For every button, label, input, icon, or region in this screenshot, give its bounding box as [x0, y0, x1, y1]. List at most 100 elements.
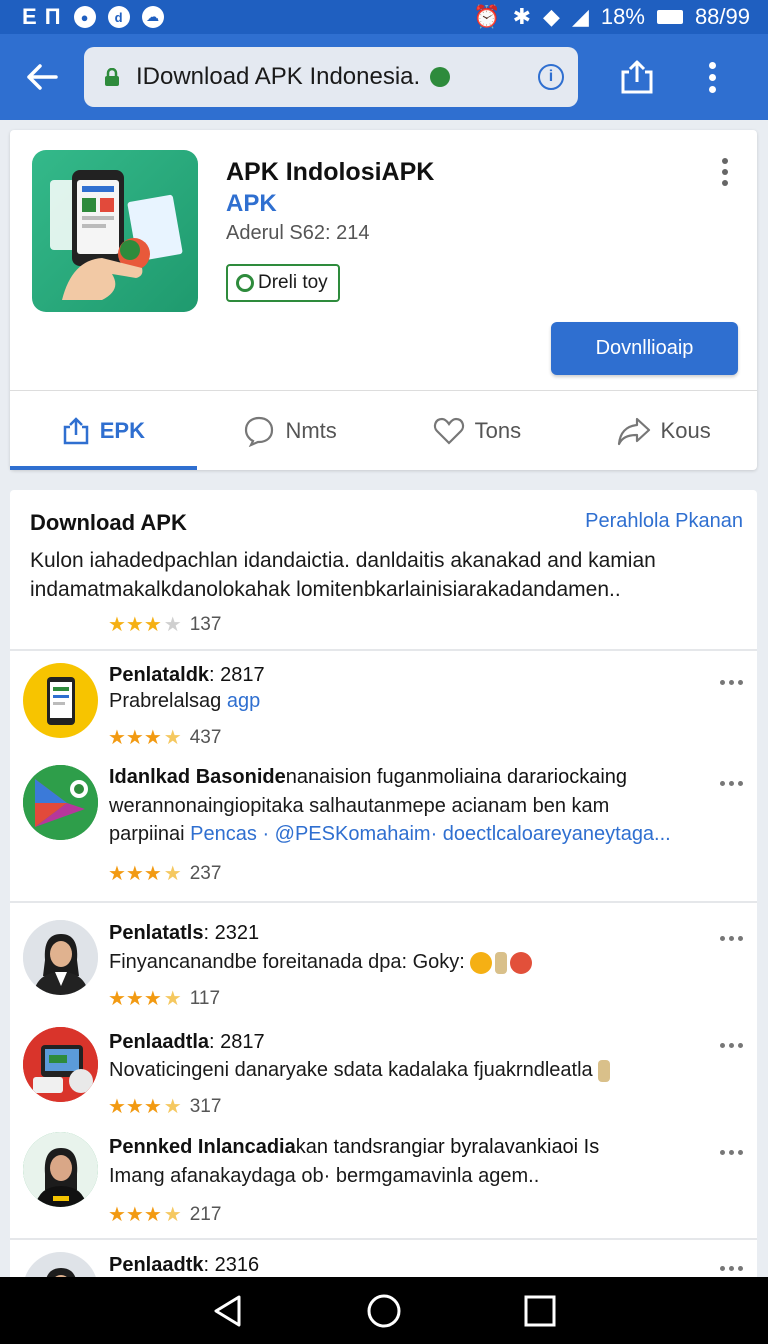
more-options-button[interactable] [720, 936, 743, 941]
more-options-button[interactable] [720, 1043, 743, 1048]
share-icon [63, 416, 88, 444]
secure-indicator-icon [430, 67, 451, 87]
wifi-icon: ◆ [543, 4, 560, 29]
item-title: Penlaadtla: 2817 [109, 1031, 265, 1053]
item-link[interactable]: · @PESKomahaim· doectlcaloareyaneytaga..… [257, 823, 670, 845]
avatar[interactable] [23, 663, 98, 738]
rating-count: 437 [189, 726, 222, 748]
avatar[interactable] [23, 1027, 98, 1102]
item-text: Novaticingeni danaryake sdata kadalaka f… [109, 1056, 729, 1084]
battery-icon [656, 10, 683, 24]
item-rating: ★★★ ★ 437 [108, 725, 221, 750]
divider [10, 1238, 757, 1240]
section-link[interactable]: Perahlola Pkanan [585, 510, 743, 533]
info-icon[interactable]: i [538, 64, 564, 90]
download-button[interactable]: Dovnllioaip [551, 322, 738, 375]
tab-label: EPK [99, 417, 145, 443]
tab-nmts[interactable]: Nmts [197, 391, 384, 470]
bluetooth-icon: ✱ [512, 4, 532, 29]
back-button[interactable] [0, 34, 84, 120]
lock-icon [105, 68, 119, 86]
rating-count: 217 [189, 1203, 222, 1225]
content-list: Download APK Perahlola Pkanan Kulon iaha… [10, 490, 757, 1290]
category-chip[interactable]: Dreli toy [226, 264, 340, 302]
section-description: Kulon iahadedpachlan idandaictia. danlda… [30, 549, 656, 601]
emoji-icon [470, 951, 493, 974]
carrier-label: E П [22, 4, 62, 29]
item-rating: ★★★ ★ 317 [108, 1094, 221, 1119]
app-notification-icon: d [107, 6, 130, 28]
more-options-button[interactable] [720, 1150, 743, 1155]
rating-count: 237 [189, 862, 222, 884]
share-icon [621, 60, 653, 94]
signal-icon: ◢ [571, 4, 589, 29]
alarm-icon: ⏰ [473, 4, 501, 29]
system-nav-bar [0, 1277, 768, 1344]
tab-label: Kous [660, 417, 711, 443]
recents-nav-icon[interactable] [523, 1294, 557, 1328]
rating-count: 117 [189, 987, 221, 1009]
divider [10, 649, 757, 651]
star-rating: ★★★ ★ [108, 614, 182, 636]
section-rating: ★★★ ★ 137 [108, 612, 221, 637]
app-icon [32, 150, 198, 312]
avatar[interactable] [23, 920, 98, 995]
app-title: APK IndolosiAPK [226, 158, 435, 186]
item-title: Penlaadtk: 2316 [109, 1254, 260, 1276]
home-nav-icon[interactable] [366, 1293, 402, 1329]
item-title: Penlataldk: 2817 [109, 664, 265, 686]
notification-icon: ● [73, 6, 96, 28]
app-subtitle: APK [226, 190, 277, 217]
clock: 88/99 [694, 4, 750, 29]
item-rating: ★★★ ★ 237 [108, 861, 221, 886]
item-text: werannonaingiopitaka salhautanmepe acian… [109, 795, 610, 817]
item-link[interactable]: Pencas [190, 823, 257, 845]
tab-bar: EPK Nmts Tons Kous [10, 391, 757, 470]
tab-tons[interactable]: Tons [384, 391, 571, 470]
more-options-button[interactable] [720, 1266, 743, 1271]
rating-count: 137 [189, 613, 222, 635]
star-rating: ★★★ ★ [108, 1204, 182, 1226]
cloud-icon: ☁ [141, 6, 164, 28]
item-rating: ★★★ ★ 117 [108, 986, 220, 1011]
tab-label: Tons [474, 417, 522, 443]
browser-toolbar: IDownload APK Indonesia. i [0, 34, 768, 120]
item-text: parpiinai Pencas · @PESKomahaim· doectlc… [109, 823, 671, 845]
tab-label: Nmts [285, 417, 337, 443]
back-nav-icon[interactable] [211, 1294, 245, 1328]
tab-kous[interactable]: Kous [570, 391, 757, 470]
star-rating: ★★★ ★ [108, 1096, 182, 1118]
url-text: IDownload APK Indonesia. [136, 63, 421, 90]
item-link[interactable]: agp [227, 690, 260, 712]
battery-percent: 18% [600, 4, 645, 29]
section-title: Download APK [30, 510, 187, 535]
emoji-icon [598, 1059, 611, 1082]
star-rating: ★★★ ★ [108, 727, 182, 749]
app-card: APK IndolosiAPK APK Aderul S62: 214 Drel… [10, 130, 757, 470]
heart-icon [433, 417, 464, 445]
item-text: Prabrelalsag agp [109, 690, 261, 712]
item-title: Penlatatls: 2321 [109, 922, 260, 944]
avatar[interactable] [23, 765, 98, 840]
chip-label: Dreli toy [258, 272, 328, 293]
item-text: Finyancanandbe foreitanada dpa: Goky: [109, 948, 729, 976]
item-text: Imang afanakaydaga ob· bermgamavinla age… [109, 1165, 540, 1187]
rating-count: 317 [189, 1095, 222, 1117]
forward-icon [617, 417, 650, 445]
tab-epk[interactable]: EPK [10, 391, 197, 470]
item-title: Pennked Inlancadiakan tandsrangiar byral… [109, 1136, 600, 1158]
card-more-button[interactable] [722, 158, 728, 186]
overflow-menu-button[interactable] [682, 34, 742, 120]
star-rating: ★★★ ★ [108, 863, 182, 885]
emoji-icon [495, 951, 508, 974]
status-bar: E П ● d ☁ ⏰ ✱ ◆ ◢ 18% 88/99 [0, 0, 768, 34]
more-options-button[interactable] [720, 781, 743, 786]
chat-icon [245, 416, 274, 447]
url-bar[interactable]: IDownload APK Indonesia. i [84, 47, 578, 107]
divider [10, 901, 757, 903]
share-button[interactable] [592, 34, 682, 120]
emoji-icon [510, 951, 533, 974]
more-options-button[interactable] [720, 680, 743, 685]
avatar[interactable] [23, 1132, 98, 1207]
search-icon [236, 274, 254, 292]
